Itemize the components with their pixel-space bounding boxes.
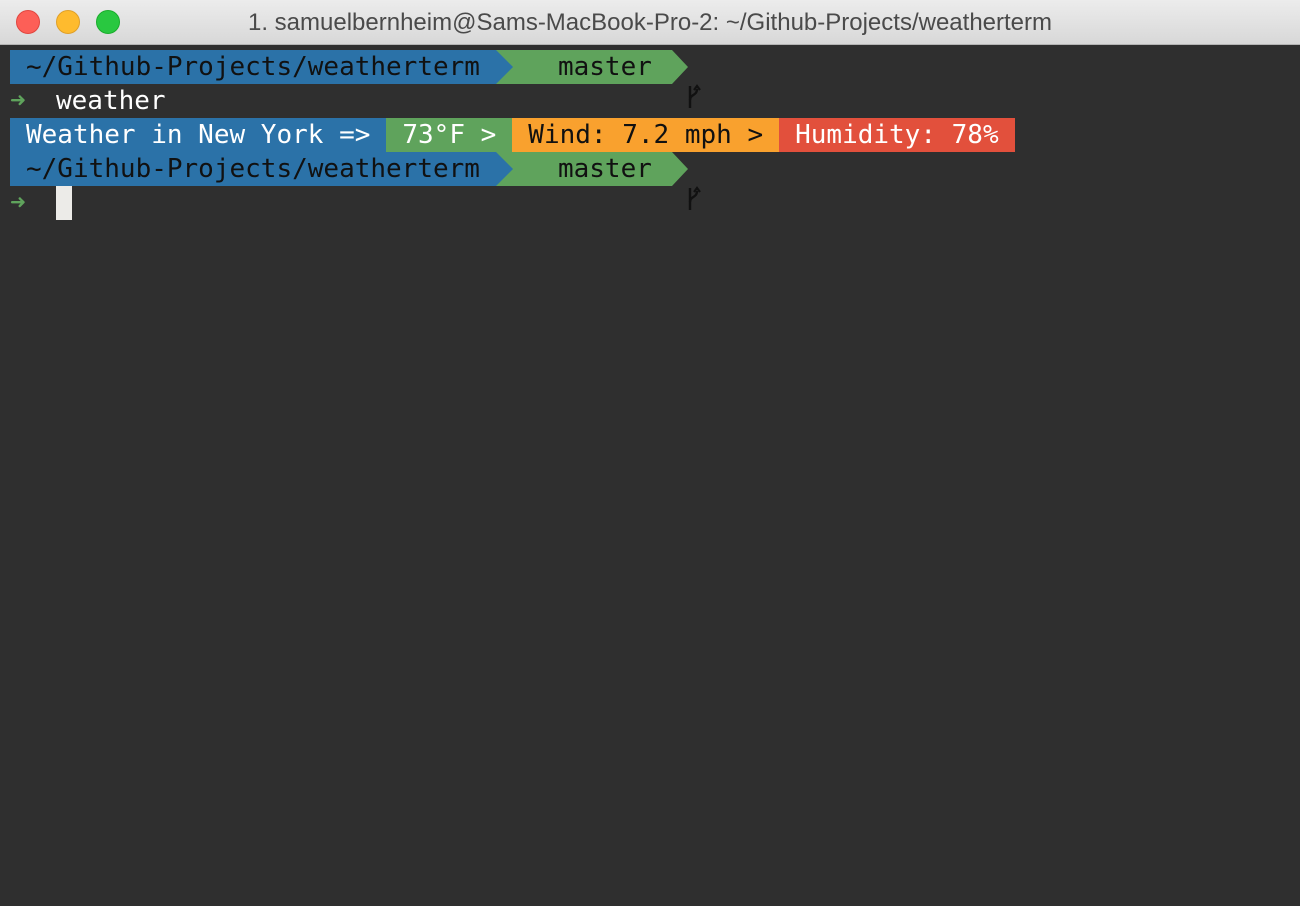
segment-separator-icon xyxy=(495,152,513,186)
window-title: 1. samuelbernheim@Sams-MacBook-Pro-2: ~/… xyxy=(248,9,1052,36)
prompt-branch: master xyxy=(557,154,652,184)
command-text: weather xyxy=(56,86,166,116)
prompt-git-segment: master xyxy=(495,152,701,210)
weather-wind-segment: Wind: 7.2 mph > xyxy=(512,118,780,152)
prompt-line: ~/Github-Projects/weatherterm master xyxy=(10,50,701,108)
prompt-arrow-icon: ➜ xyxy=(10,86,26,116)
weather-humidity-segment: Humidity: 78% xyxy=(779,118,1015,152)
input-line[interactable]: ➜ xyxy=(10,186,72,220)
weather-output-line: Weather in New York => 73°F > Wind: 7.2 … xyxy=(10,118,1015,152)
weather-temperature-segment: 73°F > xyxy=(386,118,513,152)
prompt-path: ~/Github-Projects/weatherterm xyxy=(26,52,480,82)
terminal-window: 1. samuelbernheim@Sams-MacBook-Pro-2: ~/… xyxy=(0,0,1300,906)
title-bar[interactable]: 1. samuelbernheim@Sams-MacBook-Pro-2: ~/… xyxy=(0,0,1300,45)
segment-separator-icon xyxy=(495,50,513,84)
prompt-line: ~/Github-Projects/weatherterm master xyxy=(10,152,701,210)
prompt-path-segment: ~/Github-Projects/weatherterm xyxy=(10,50,513,84)
prompt-path: ~/Github-Projects/weatherterm xyxy=(26,154,480,184)
command-line: ➜ weather xyxy=(10,84,166,118)
terminal-content[interactable]: ~/Github-Projects/weatherterm master ➜ w… xyxy=(0,46,1300,906)
git-branch-icon xyxy=(528,54,701,108)
prompt-branch: master xyxy=(557,52,652,82)
text-cursor[interactable] xyxy=(56,186,72,220)
prompt-git-segment: master xyxy=(495,50,701,108)
segment-separator-icon xyxy=(671,152,688,186)
prompt-path-segment: ~/Github-Projects/weatherterm xyxy=(10,152,513,186)
weather-location-segment: Weather in New York => xyxy=(10,118,387,152)
prompt-arrow-icon: ➜ xyxy=(10,188,26,218)
git-branch-icon xyxy=(528,156,701,210)
segment-separator-icon xyxy=(671,50,688,84)
